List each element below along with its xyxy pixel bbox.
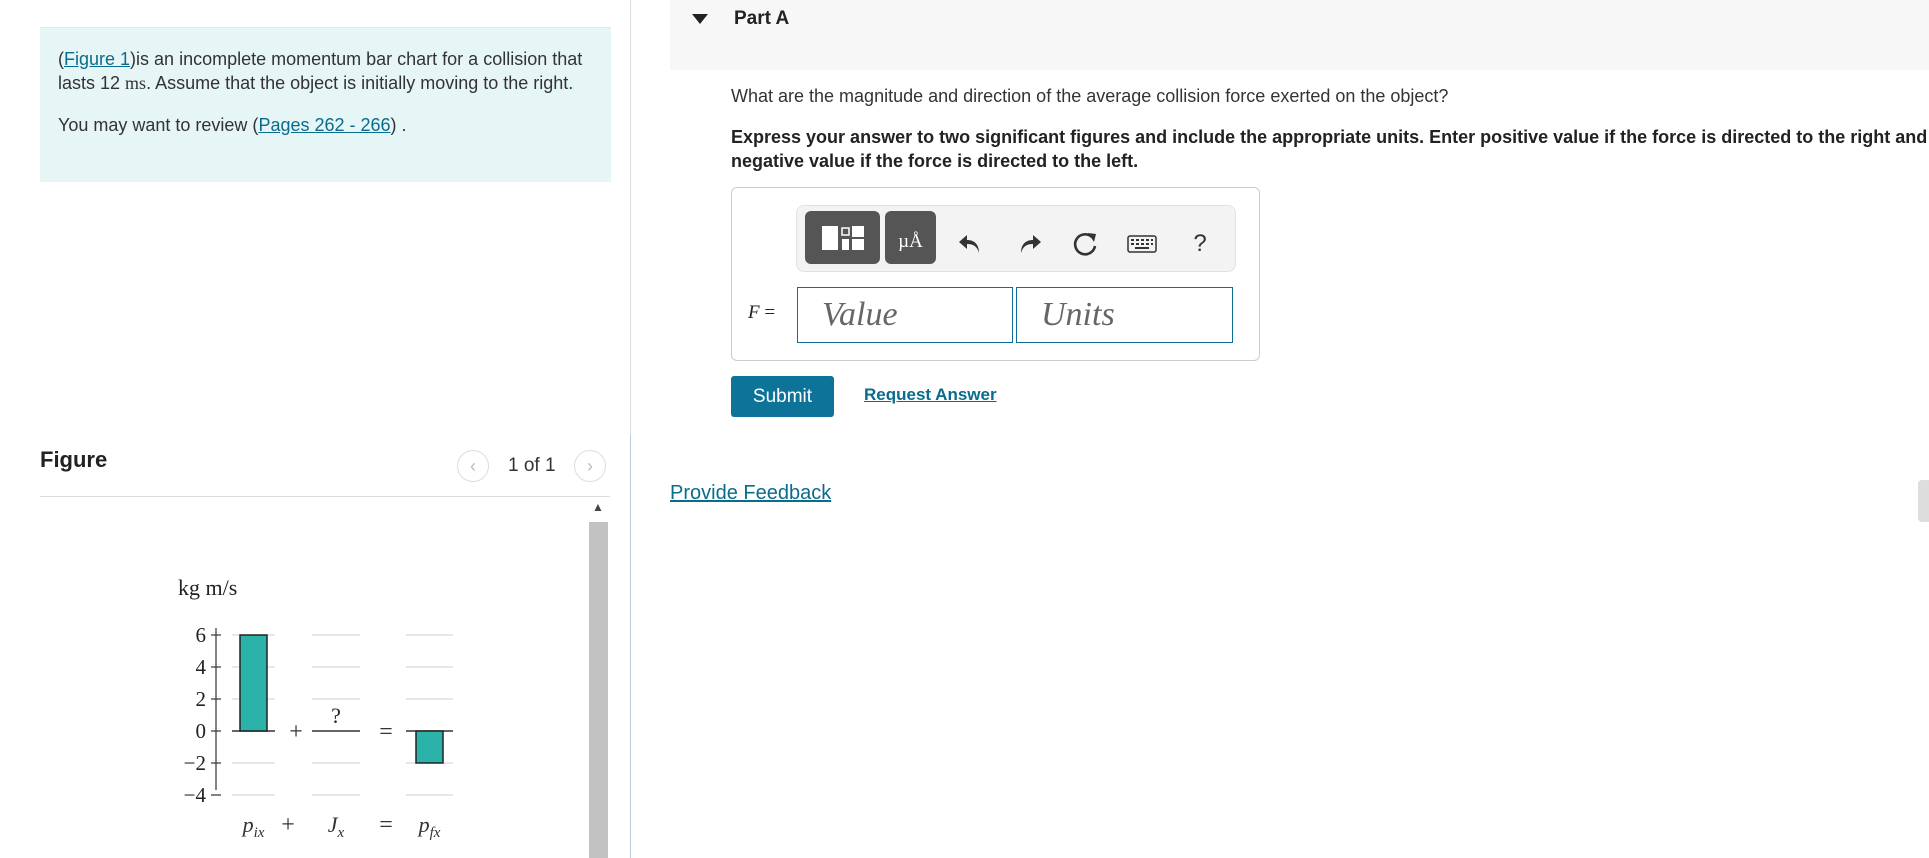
part-title: Part A [734, 8, 790, 29]
operator-symbol: = [379, 719, 393, 745]
y-axis-label: kg m/s [178, 575, 237, 600]
units-input[interactable] [1016, 287, 1233, 343]
chart-operators: + = [289, 719, 393, 745]
category-label: Jx [328, 812, 345, 841]
templates-button[interactable] [805, 211, 880, 264]
answer-instructions: Express your answer to two significant f… [731, 127, 1928, 171]
intro-text: (Figure 1)is an incomplete momentum bar … [58, 49, 583, 93]
review-pages-link[interactable]: Pages 262 - 266 [258, 115, 390, 135]
panel-divider [630, 0, 631, 435]
y-axis-ticks: 6 4 2 0 −2 −4 [184, 623, 221, 807]
y-tick-label: 2 [196, 687, 207, 711]
previous-figure-button[interactable]: ‹ [457, 450, 489, 482]
help-button[interactable]: ? [1180, 224, 1220, 264]
y-tick-label: 0 [196, 719, 207, 743]
keyboard-icon [1127, 235, 1157, 253]
review-text: You may want to review (Pages 262 - 266)… [58, 115, 407, 135]
undo-button[interactable] [950, 224, 990, 264]
momentum-bar [239, 634, 268, 732]
y-tick-label: 4 [196, 655, 207, 679]
figure-counter: 1 of 1 [508, 455, 556, 476]
y-tick-label: 6 [196, 623, 207, 647]
chart-category-labels: pix Jx pfx + = [241, 812, 441, 841]
operator-symbol: = [379, 812, 393, 838]
figure-scrollbar-thumb[interactable] [589, 522, 608, 858]
figure-divider [40, 496, 610, 497]
side-panel-tab[interactable] [1918, 480, 1929, 522]
question-text: What are the magnitude and direction of … [731, 86, 1449, 106]
redo-icon [1021, 235, 1041, 253]
part-header[interactable] [670, 0, 1929, 70]
request-answer-link[interactable]: Request Answer [864, 385, 997, 405]
answer-variable-label: F = [748, 302, 776, 323]
scroll-up-arrow-icon[interactable]: ▲ [588, 500, 608, 520]
unknown-impulse-label: ? [331, 703, 341, 728]
reset-icon [1073, 232, 1097, 256]
undo-icon [959, 235, 979, 253]
y-tick-label: −2 [184, 751, 206, 775]
momentum-bar-chart: kg m/s 6420−2−4 ? + = pix Jx pfx+ = [178, 575, 453, 841]
chevron-right-icon: › [587, 455, 593, 476]
chevron-left-icon: ‹ [470, 455, 476, 476]
figure-link[interactable]: Figure 1 [64, 49, 130, 69]
next-figure-button[interactable]: › [574, 450, 606, 482]
value-input[interactable] [797, 287, 1013, 343]
keyboard-button[interactable] [1122, 224, 1162, 264]
reset-button[interactable] [1066, 224, 1106, 264]
units-icon: µÅ [898, 230, 923, 252]
collapse-caret-icon[interactable] [692, 14, 708, 24]
figure-heading: Figure [40, 447, 108, 472]
operator-symbol: + [289, 719, 303, 745]
templates-icon [821, 225, 864, 250]
category-label: pfx [417, 812, 441, 841]
redo-button[interactable] [1010, 224, 1050, 264]
unit-ms: ms [125, 73, 147, 93]
submit-button[interactable]: Submit [731, 376, 834, 417]
momentum-bar [415, 730, 444, 764]
provide-feedback-link[interactable]: Provide Feedback [670, 482, 831, 505]
units-button[interactable]: µÅ [885, 211, 936, 264]
panel-divider-lower[interactable] [630, 435, 631, 858]
problem-intro: (Figure 1)is an incomplete momentum bar … [40, 27, 611, 182]
y-tick-label: −4 [184, 783, 207, 807]
operator-symbol: + [281, 812, 295, 838]
category-label: pix [241, 812, 265, 841]
